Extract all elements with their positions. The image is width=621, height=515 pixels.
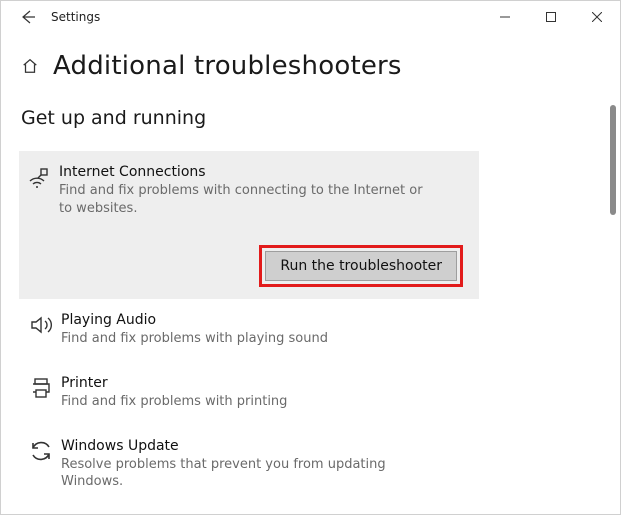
troubleshooter-item-playing-audio[interactable]: Playing Audio Find and fix problems with… [21,305,600,354]
item-title: Playing Audio [61,311,600,329]
minimize-icon [500,12,510,22]
item-desc: Resolve problems that prevent you from u… [61,456,441,491]
home-icon[interactable] [21,56,41,76]
troubleshooter-item-internet-connections[interactable]: Internet Connections Find and fix proble… [19,151,479,299]
item-body: Playing Audio Find and fix problems with… [61,311,600,348]
titlebar: Settings [1,1,620,33]
audio-icon [21,311,61,337]
printer-icon [21,374,61,400]
internet-icon [19,163,59,189]
item-title: Windows Update [61,437,600,455]
maximize-button[interactable] [528,1,574,33]
back-button[interactable] [7,1,49,33]
item-body: Windows Update Resolve problems that pre… [61,437,600,491]
highlight-ring: Run the troubleshooter [259,245,463,287]
page-title: Additional troubleshooters [53,51,402,81]
item-title: Printer [61,374,600,392]
troubleshooter-item-windows-update[interactable]: Windows Update Resolve problems that pre… [21,431,600,497]
item-body: Printer Find and fix problems with print… [61,374,600,411]
scrollbar-thumb[interactable] [610,105,616,215]
item-desc: Find and fix problems with connecting to… [59,182,439,217]
maximize-icon [546,12,556,22]
arrow-left-icon [20,9,36,25]
run-row: Run the troubleshooter [19,245,467,287]
item-desc: Find and fix problems with playing sound [61,330,441,348]
window-controls [482,1,620,33]
section-heading: Get up and running [21,107,600,129]
content: Additional troubleshooters Get up and ru… [1,33,620,514]
close-button[interactable] [574,1,620,33]
troubleshooter-item-printer[interactable]: Printer Find and fix problems with print… [21,368,600,417]
minimize-button[interactable] [482,1,528,33]
page-header: Additional troubleshooters [21,51,600,81]
item-body: Internet Connections Find and fix proble… [59,163,467,217]
close-icon [592,12,602,22]
item-desc: Find and fix problems with printing [61,393,441,411]
update-icon [21,437,61,463]
item-title: Internet Connections [59,163,467,181]
run-troubleshooter-button[interactable]: Run the troubleshooter [265,251,457,281]
scrollbar[interactable] [610,105,618,485]
window-title: Settings [49,10,100,24]
